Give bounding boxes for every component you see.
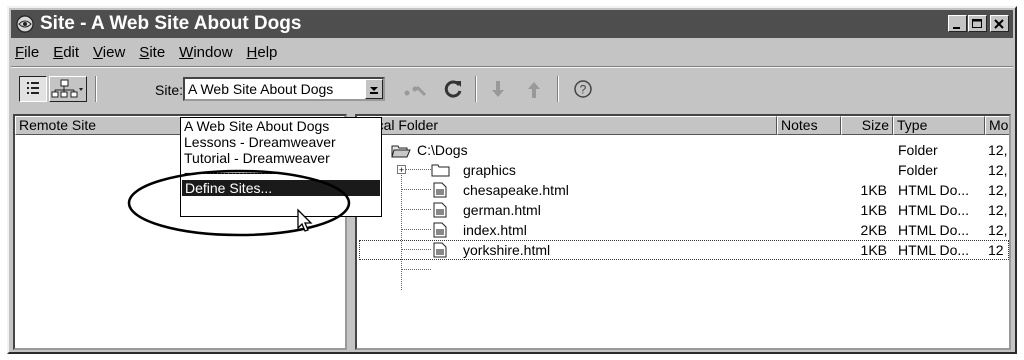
open-folder-icon — [391, 145, 411, 158]
minimize-button[interactable] — [948, 15, 967, 32]
toolbar-separator — [95, 76, 97, 102]
size-header[interactable]: Size — [841, 116, 893, 135]
define-sites-option[interactable]: Define Sites... — [182, 180, 380, 196]
file-name: graphics — [463, 162, 516, 178]
file-type: Folder — [898, 162, 938, 178]
put-file-icon[interactable] — [525, 79, 543, 107]
tree-line — [401, 269, 431, 270]
file-type: HTML Do... — [898, 242, 970, 258]
file-modified: 12, — [988, 142, 1008, 158]
close-button[interactable] — [990, 15, 1009, 32]
file-name: chesapeake.html — [463, 182, 569, 198]
local-folder-header[interactable]: Local Folder — [357, 116, 777, 135]
site-option-dogs[interactable]: A Web Site About Dogs — [181, 118, 381, 134]
modified-header[interactable]: Mo — [985, 116, 1009, 135]
file-row-chesapeake[interactable]: chesapeake.html 1KB HTML Do... 12, — [357, 180, 1009, 200]
site-dropdown-button[interactable] — [365, 79, 383, 99]
site-files-button[interactable] — [19, 76, 47, 102]
svg-text:?: ? — [580, 83, 587, 97]
help-icon[interactable]: ? — [571, 77, 595, 107]
menu-site[interactable]: Site — [139, 44, 165, 61]
file-modified: 12, — [988, 182, 1008, 198]
file-name: index.html — [463, 222, 527, 238]
file-type: HTML Do... — [898, 182, 970, 198]
file-row-root-folder[interactable]: C:\Dogs Folder 12, — [357, 140, 1009, 160]
file-modified: 12, — [988, 222, 1008, 238]
dropdown-separator: -------------------------- — [184, 166, 280, 178]
html-file-icon — [433, 242, 447, 258]
site-map-button[interactable] — [49, 76, 87, 102]
site-option-lessons[interactable]: Lessons - Dreamweaver — [181, 134, 381, 150]
menu-file[interactable]: File — [15, 44, 39, 61]
folder-icon — [431, 164, 450, 177]
site-dropdown-list: A Web Site About Dogs Lessons - Dreamwea… — [180, 117, 382, 217]
file-type: HTML Do... — [898, 202, 970, 218]
title-bar[interactable]: Site - A Web Site About Dogs — [11, 10, 1013, 38]
file-row-german[interactable]: german.html 1KB HTML Do... 12, — [357, 200, 1009, 220]
window-title: Site - A Web Site About Dogs — [40, 13, 302, 34]
site-label: Site: — [155, 82, 184, 98]
toolbar: Site: A Web Site About Dogs ? — [9, 72, 1015, 112]
file-type: HTML Do... — [898, 222, 970, 238]
site-files-icon — [27, 82, 39, 94]
menu-view[interactable]: View — [93, 44, 125, 61]
close-icon — [994, 19, 1004, 29]
file-modified: 12 — [988, 242, 1004, 258]
file-name: C:\Dogs — [417, 142, 468, 158]
mouse-pointer-icon — [297, 208, 313, 232]
dreamweaver-site-icon — [16, 15, 34, 33]
file-row-graphics[interactable]: + graphics Folder 12, — [357, 160, 1009, 180]
maximize-icon — [972, 19, 982, 28]
file-size: 2KB — [860, 222, 887, 238]
connect-icon[interactable] — [401, 79, 431, 107]
site-window: Site - A Web Site About Dogs File Edit V… — [7, 6, 1017, 354]
chevron-down-icon — [370, 87, 378, 94]
refresh-icon[interactable] — [441, 77, 465, 107]
toolbar-separator-3 — [557, 76, 559, 102]
menu-bar: File Edit View Site Window Help — [15, 41, 291, 63]
minimize-icon — [953, 27, 960, 29]
local-folder-pane[interactable]: Local Folder Notes Size Type Mo C:\Dogs … — [355, 114, 1011, 350]
menu-help[interactable]: Help — [247, 44, 278, 61]
toolbar-separator-2 — [475, 76, 477, 102]
file-size: 1KB — [860, 182, 887, 198]
html-file-icon — [433, 182, 447, 198]
site-option-tutorial[interactable]: Tutorial - Dreamweaver — [181, 150, 381, 166]
file-name: yorkshire.html — [463, 242, 551, 258]
menu-edit[interactable]: Edit — [53, 44, 79, 61]
expand-icon[interactable]: + — [397, 165, 406, 175]
file-modified: 12, — [988, 162, 1008, 178]
site-panes: Remote Site Local Folder Notes Size Type… — [13, 114, 1011, 350]
html-file-icon — [433, 202, 447, 218]
site-select[interactable]: A Web Site About Dogs — [183, 77, 385, 101]
get-file-icon[interactable] — [489, 79, 507, 107]
file-modified: 12, — [988, 202, 1008, 218]
file-row-yorkshire[interactable]: yorkshire.html 1KB HTML Do... 12 — [357, 240, 1009, 260]
site-map-icon — [51, 79, 83, 98]
maximize-button[interactable] — [968, 15, 987, 32]
file-name: german.html — [463, 202, 541, 218]
file-row-index[interactable]: index.html 2KB HTML Do... 12, — [357, 220, 1009, 240]
file-size: 1KB — [860, 202, 887, 218]
menu-separator — [11, 66, 1013, 68]
html-file-icon — [433, 222, 447, 238]
notes-header[interactable]: Notes — [777, 116, 841, 135]
menu-window[interactable]: Window — [179, 44, 232, 61]
file-size: 1KB — [860, 242, 887, 258]
type-header[interactable]: Type — [893, 116, 985, 135]
file-type: Folder — [898, 142, 938, 158]
